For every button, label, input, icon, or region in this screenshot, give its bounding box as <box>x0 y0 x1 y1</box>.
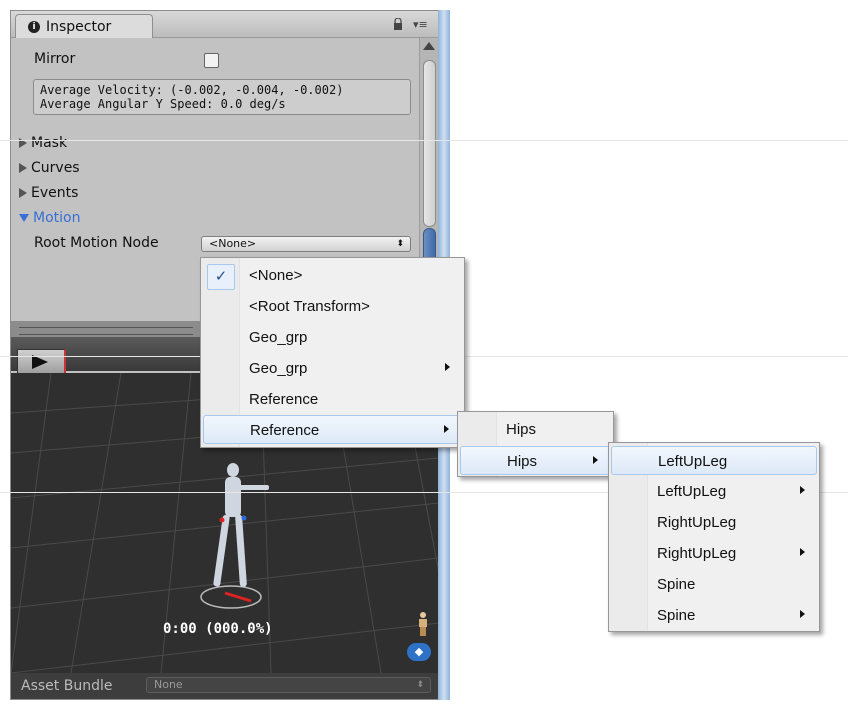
menu-item-label: RightUpLeg <box>657 514 737 531</box>
info-icon: i <box>28 20 40 33</box>
average-angular-speed-text: Average Angular Y Speed: 0.0 deg/s <box>40 97 286 111</box>
menu-item-label: Geo_grp <box>249 329 308 346</box>
menu-item-spine-submenu[interactable]: Spine <box>611 601 817 630</box>
hips-submenu: LeftUpLeg LeftUpLeg RightUpLeg RightUpLe… <box>608 442 820 632</box>
menu-item-label: RightUpLeg <box>657 545 737 562</box>
foldout-events[interactable]: Events <box>19 185 78 201</box>
menu-item-label: <Root Transform> <box>249 298 370 315</box>
menu-item-hips-submenu[interactable]: Hips <box>460 446 611 475</box>
menu-item-label: Hips <box>506 421 537 438</box>
foldout-expanded-icon <box>19 214 29 222</box>
submenu-arrow-icon <box>800 548 805 556</box>
submenu-arrow-icon <box>593 456 598 464</box>
menu-item-leftupleg-submenu[interactable]: LeftUpLeg <box>611 477 817 506</box>
dropdown-arrows-icon: ⬍ <box>416 680 424 690</box>
mirror-label: Mirror <box>34 51 76 67</box>
asset-bundle-dropdown[interactable]: None ⬍ <box>146 677 431 693</box>
scrollbar-thumb[interactable] <box>423 60 436 227</box>
root-motion-node-value: <None> <box>209 237 257 250</box>
scroll-up-arrow-icon[interactable] <box>423 42 435 50</box>
menu-item-label: Spine <box>657 576 696 593</box>
tag-icon[interactable]: ◆ <box>407 643 431 661</box>
root-motion-node-label: Root Motion Node <box>34 235 159 251</box>
tab-inspector[interactable]: i Inspector <box>15 14 153 38</box>
menu-item-leftupleg[interactable]: LeftUpLeg <box>611 446 817 475</box>
foldout-label: Mask <box>31 135 68 151</box>
foldout-label: Curves <box>31 160 80 176</box>
menu-item-label: LeftUpLeg <box>657 483 727 500</box>
root-motion-node-menu: ✓ <None> <Root Transform> Geo_grp Geo_gr… <box>200 257 465 448</box>
foldout-label: Motion <box>33 210 81 226</box>
motion-stats-box: Average Velocity: (-0.002, -0.004, -0.00… <box>33 79 411 115</box>
dropdown-arrows-icon: ⬍ <box>396 239 404 249</box>
menu-item-label: <None> <box>249 267 303 284</box>
menu-item-label: LeftUpLeg <box>658 453 728 470</box>
menu-item-rightupleg-submenu[interactable]: RightUpLeg <box>611 539 817 568</box>
menu-item-none[interactable]: ✓ <None> <box>203 261 462 290</box>
asset-bundle-bar: Asset Bundle None ⬍ <box>11 673 439 699</box>
foldout-curves[interactable]: Curves <box>19 160 80 176</box>
submenu-arrow-icon <box>444 425 449 433</box>
menu-item-label: Reference <box>249 391 319 408</box>
reference-submenu: Hips Hips <box>457 411 614 477</box>
panel-menu-icon[interactable]: ▾≡ <box>413 19 429 30</box>
menu-item-hips[interactable]: Hips <box>460 415 611 444</box>
menu-item-reference-submenu[interactable]: Reference <box>203 415 462 444</box>
menu-item-geo-grp-submenu[interactable]: Geo_grp <box>203 354 462 383</box>
menu-item-geo-grp[interactable]: Geo_grp <box>203 323 462 352</box>
menu-item-rightupleg[interactable]: RightUpLeg <box>611 508 817 537</box>
submenu-arrow-icon <box>445 363 450 371</box>
preview-time-readout: 0:00 (000.0%) <box>163 621 273 637</box>
tab-strip: i Inspector ▾≡ <box>11 11 439 38</box>
menu-item-reference[interactable]: Reference <box>203 385 462 414</box>
tab-inspector-label: Inspector <box>46 18 112 35</box>
guide-line <box>0 140 848 141</box>
mirror-checkbox[interactable] <box>204 53 219 68</box>
foldout-collapsed-icon <box>19 188 27 198</box>
foldout-collapsed-icon <box>19 163 27 173</box>
submenu-arrow-icon <box>800 486 805 494</box>
menu-item-label: Hips <box>507 453 538 470</box>
foldout-mask[interactable]: Mask <box>19 135 67 151</box>
checkmark-icon: ✓ <box>207 264 235 290</box>
avatar-figure-icon[interactable] <box>416 611 430 637</box>
menu-item-label: Spine <box>657 607 696 624</box>
foldout-label: Events <box>31 185 79 201</box>
menu-item-spine[interactable]: Spine <box>611 570 817 599</box>
foldout-motion[interactable]: Motion <box>19 210 80 226</box>
asset-bundle-label: Asset Bundle <box>21 678 113 694</box>
submenu-arrow-icon <box>800 610 805 618</box>
root-motion-node-dropdown[interactable]: <None> ⬍ <box>201 236 411 252</box>
play-button[interactable] <box>17 349 66 375</box>
lock-icon[interactable] <box>393 18 403 30</box>
menu-item-root-transform[interactable]: <Root Transform> <box>203 292 462 321</box>
average-velocity-text: Average Velocity: (-0.002, -0.004, -0.00… <box>40 83 344 97</box>
splitter-handle[interactable] <box>19 327 193 335</box>
play-icon <box>32 355 48 369</box>
menu-item-label: Reference <box>250 422 320 439</box>
asset-bundle-value: None <box>154 678 183 691</box>
menu-item-label: Geo_grp <box>249 360 308 377</box>
